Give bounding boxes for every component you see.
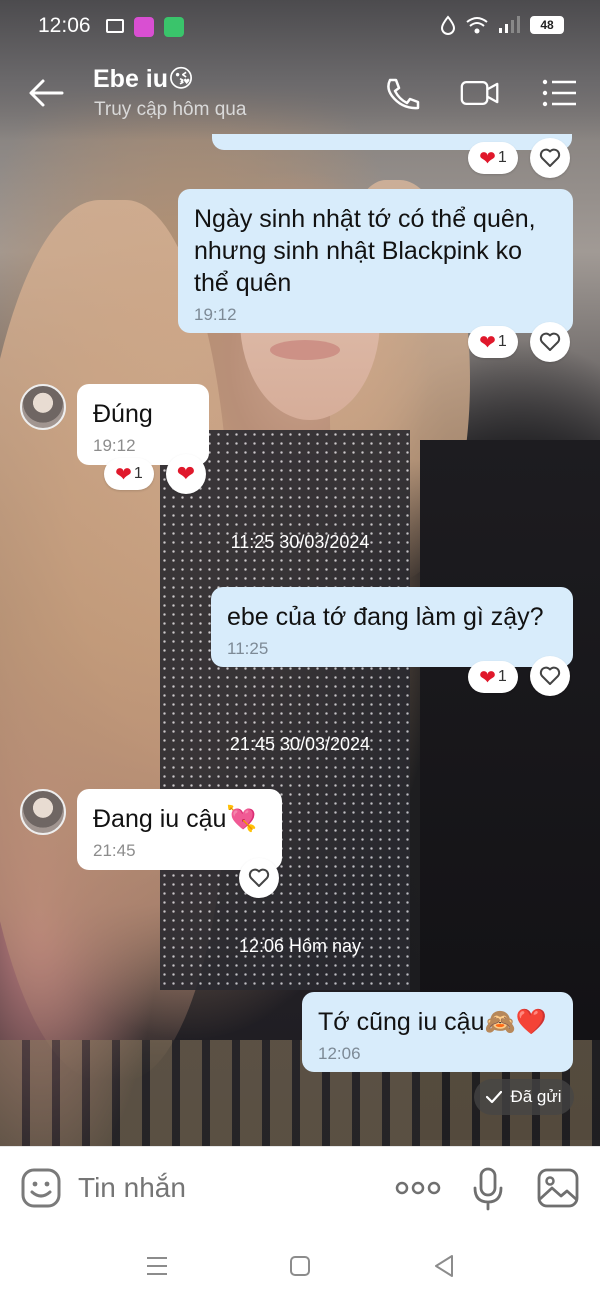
heart-reaction-badge[interactable]: ❤ 1 xyxy=(468,326,518,358)
react-heart-button[interactable] xyxy=(530,322,570,362)
back-triangle-icon[interactable] xyxy=(428,1250,460,1282)
message-text: Ngày sinh nhật tớ có thể quên, nhưng sin… xyxy=(194,205,536,297)
message-bubble-incoming[interactable]: Đúng 19:12 xyxy=(77,384,209,465)
heart-icon: ❤ xyxy=(115,463,132,486)
phone-call-icon[interactable] xyxy=(382,76,422,110)
message-bubble-incoming[interactable]: Đang iu cậu💘 21:45 xyxy=(77,789,282,870)
message-time: 11:25 xyxy=(227,639,269,658)
heart-reaction-badge[interactable]: ❤ 1 xyxy=(104,458,154,490)
keyboard-notification-icon xyxy=(106,19,124,33)
image-gallery-icon[interactable] xyxy=(536,1167,580,1209)
date-separator: 12:06 Hôm nay xyxy=(238,936,362,956)
date-separator: 11:25 30/03/2024 xyxy=(230,532,370,552)
signal-icon xyxy=(499,16,520,33)
heart-outline-icon xyxy=(539,332,561,351)
heart-reaction-badge[interactable]: ❤ 1 xyxy=(468,661,518,693)
menu-list-icon[interactable] xyxy=(540,76,580,110)
chat-wallpaper xyxy=(0,0,600,1146)
battery-icon: 48 xyxy=(530,16,564,34)
status-bar: 12:06 48 xyxy=(0,0,600,52)
previous-message-bubble[interactable] xyxy=(212,134,572,150)
message-text: ebe của tớ đang làm gì zậy? xyxy=(227,603,544,631)
store-notification-icon xyxy=(164,17,184,37)
chat-header: Ebe iu😘 Truy cập hôm qua xyxy=(0,52,600,134)
message-time: 21:45 xyxy=(93,841,136,860)
message-text: Đúng xyxy=(93,400,153,428)
contact-last-seen: Truy cập hôm qua xyxy=(94,99,247,120)
more-options-icon[interactable] xyxy=(394,1177,442,1199)
heart-reaction-badge[interactable]: ❤ 1 xyxy=(468,142,518,174)
back-arrow-icon[interactable] xyxy=(28,78,64,108)
react-heart-button[interactable] xyxy=(530,138,570,178)
system-navigation-bar xyxy=(0,1230,600,1300)
date-separator: 21:45 30/03/2024 xyxy=(229,734,371,754)
contact-avatar[interactable] xyxy=(20,789,66,835)
react-heart-button[interactable] xyxy=(239,858,279,898)
message-bubble-outgoing[interactable]: Tớ cũng iu cậu🙈❤️ 12:06 xyxy=(302,992,573,1072)
heart-outline-icon xyxy=(248,868,270,887)
home-icon[interactable] xyxy=(284,1250,316,1282)
microphone-icon[interactable] xyxy=(472,1167,504,1211)
heart-icon: ❤ xyxy=(479,331,496,354)
message-text: Đang iu cậu💘 xyxy=(93,805,258,833)
message-bubble-outgoing[interactable]: Ngày sinh nhật tớ có thể quên, nhưng sin… xyxy=(178,189,573,333)
recent-apps-icon[interactable] xyxy=(141,1250,173,1282)
message-input[interactable] xyxy=(70,1165,370,1211)
sent-status-badge: Đã gửi xyxy=(474,1079,574,1115)
video-call-icon[interactable] xyxy=(460,76,500,110)
react-heart-button[interactable]: ❤ xyxy=(166,454,206,494)
app-notification-icon xyxy=(134,17,154,37)
message-text: Tớ cũng iu cậu🙈❤️ xyxy=(318,1008,547,1036)
message-time: 19:12 xyxy=(93,436,136,455)
wifi-icon xyxy=(466,17,488,34)
heart-icon: ❤ xyxy=(479,147,496,170)
sticker-emoji-icon[interactable] xyxy=(20,1167,62,1209)
message-input-bar xyxy=(0,1146,600,1230)
contact-avatar[interactable] xyxy=(20,384,66,430)
data-saver-icon xyxy=(440,15,456,35)
react-heart-button[interactable] xyxy=(530,656,570,696)
heart-outline-icon xyxy=(539,666,561,685)
checkmark-icon xyxy=(486,1090,503,1104)
heart-outline-icon xyxy=(539,148,561,167)
status-time: 12:06 xyxy=(38,14,91,37)
contact-name[interactable]: Ebe iu😘 xyxy=(93,64,194,94)
message-time: 19:12 xyxy=(194,305,237,324)
heart-filled-icon: ❤ xyxy=(176,461,196,486)
heart-icon: ❤ xyxy=(479,666,496,689)
sent-status-label: Đã gửi xyxy=(510,1087,562,1106)
message-time: 12:06 xyxy=(318,1044,361,1063)
message-bubble-outgoing[interactable]: ebe của tớ đang làm gì zậy? 11:25 xyxy=(211,587,573,667)
